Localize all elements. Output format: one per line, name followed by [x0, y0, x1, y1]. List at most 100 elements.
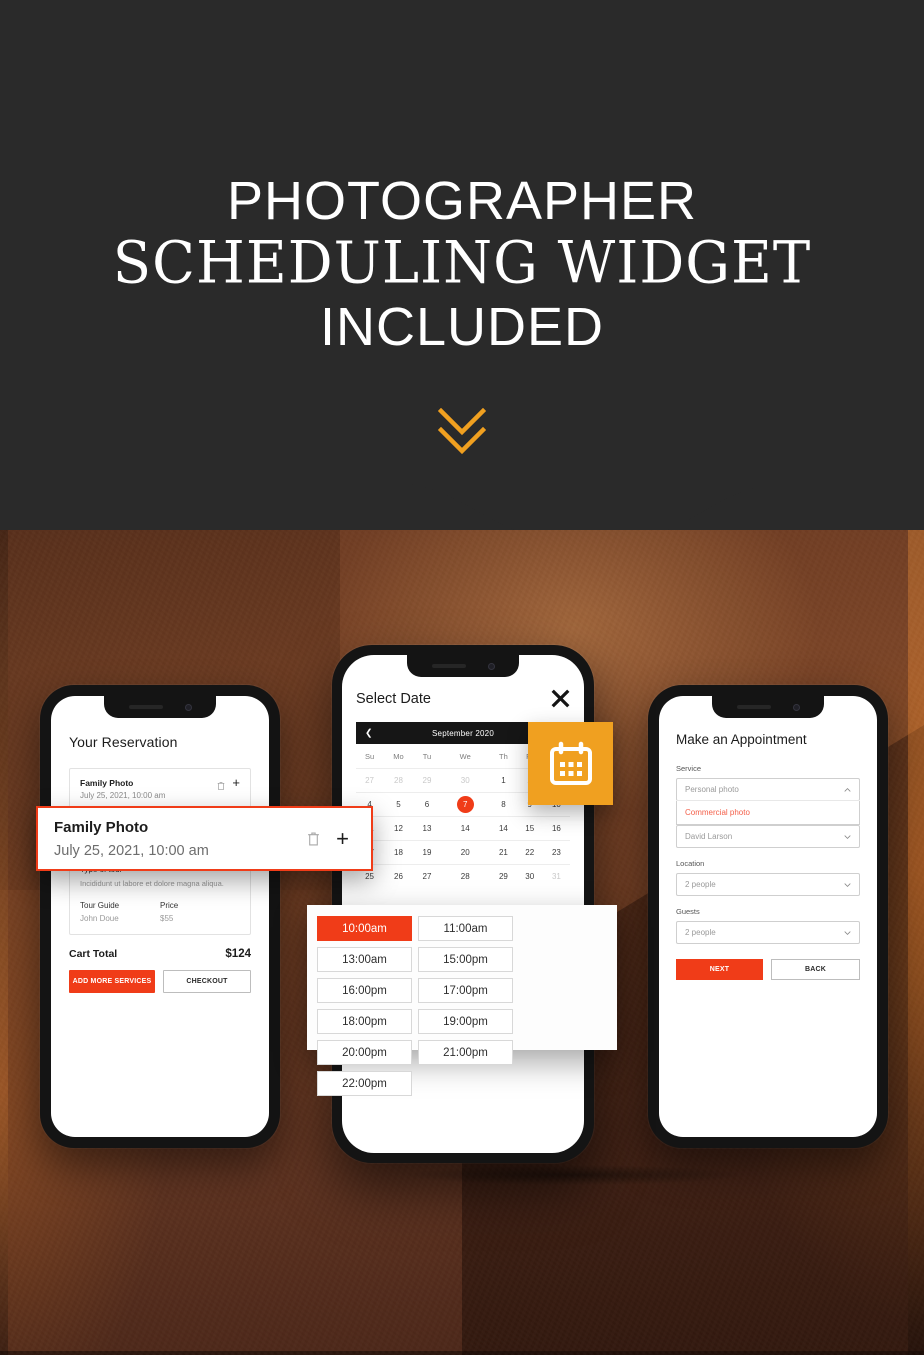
service-select[interactable]: Personal photo	[676, 778, 860, 801]
calendar-weekday-tu: Tu	[422, 752, 432, 761]
appointment-screen: Make an Appointment Service Personal pho…	[659, 696, 877, 1137]
checkout-button[interactable]: CHECKOUT	[163, 970, 251, 993]
phone-notch-left	[104, 696, 216, 718]
hero-title-line-3: INCLUDED	[319, 297, 605, 357]
calendar-day-cell[interactable]: 20	[440, 840, 491, 865]
chevron-left-icon[interactable]: ❮	[365, 728, 373, 738]
guests-select[interactable]: 2 people	[676, 921, 860, 944]
guide-price-row: Tour Guide John Doue Price $55	[80, 901, 240, 923]
price-label: Price	[160, 901, 179, 910]
location-value: 2 people	[685, 880, 716, 889]
calendar-day-cell[interactable]: 8	[490, 792, 517, 817]
calendar-day-cell[interactable]: 16	[542, 816, 570, 841]
calendar-day-cell[interactable]: 13	[413, 816, 441, 841]
calendar-day-cell[interactable]: 21	[490, 840, 517, 865]
time-slot-panel: 10:00am 11:00am 13:00am 15:00pm 16:00pm 17:00…	[307, 905, 617, 1096]
page-title: Make an Appointment	[676, 732, 807, 747]
reservation-item-date: July 25, 2021, 10:00 am	[80, 791, 166, 800]
time-slot[interactable]: 18:00pm	[317, 1009, 412, 1034]
location-select[interactable]: 2 people	[676, 873, 860, 896]
chevron-down-icon	[844, 881, 851, 888]
calendar-day-cell[interactable]: 7	[440, 792, 491, 817]
reservation-item-name: Family Photo	[80, 778, 134, 788]
chevron-up-icon	[844, 786, 851, 793]
calendar-day-cell[interactable]: 14	[490, 816, 517, 841]
notch-camera	[184, 703, 192, 711]
double-chevron-down-icon-second	[438, 427, 486, 455]
chevron-down-icon	[844, 929, 851, 936]
calendar-day-cell[interactable]: 5	[383, 792, 414, 817]
time-slot[interactable]: 17:00pm	[418, 978, 513, 1003]
calendar-day-cell[interactable]: 1	[490, 768, 517, 793]
calendar-day-cell[interactable]: 6	[413, 792, 441, 817]
time-slot[interactable]: 15:00pm	[418, 947, 513, 972]
plus-icon[interactable]: +	[336, 827, 349, 849]
notch-speaker	[128, 705, 163, 709]
tour-guide-label: Tour Guide	[80, 901, 120, 910]
phone-mockup-appointment: Make an Appointment Service Personal pho…	[648, 685, 888, 1148]
trash-icon[interactable]	[307, 831, 320, 847]
calendar-day-cell[interactable]: 22	[516, 840, 543, 865]
time-slot[interactable]: 22:00pm	[317, 1071, 412, 1096]
calendar-day-cell[interactable]: 28	[383, 768, 414, 793]
plus-icon[interactable]: +	[232, 776, 240, 789]
time-slot[interactable]: 20:00pm	[317, 1040, 412, 1065]
calendar-day-cell[interactable]: 30	[440, 768, 491, 793]
calendar-day-cell[interactable]: 26	[383, 864, 414, 889]
calendar-weekday-th: Th	[499, 752, 508, 761]
floating-reservation-card[interactable]: Family Photo July 25, 2021, 10:00 am +	[36, 806, 373, 871]
calendar-day-cell[interactable]: 19	[413, 840, 441, 865]
calendar-week-row: 17181920212223	[356, 840, 570, 865]
scroll-down-indicator[interactable]	[0, 408, 924, 470]
time-slot[interactable]: 19:00pm	[418, 1009, 513, 1034]
calendar-icon	[547, 740, 595, 788]
hero-title-line-2: SCHEDULING WIDGET	[112, 229, 812, 298]
time-slot[interactable]: 16:00pm	[317, 978, 412, 1003]
calendar-day-cell[interactable]: 18	[383, 840, 414, 865]
time-slot[interactable]: 13:00am	[317, 947, 412, 972]
calendar-day-cell[interactable]: 27	[356, 768, 384, 793]
calendar-day-cell[interactable]: 30	[516, 864, 543, 889]
time-slot[interactable]: 10:00am	[317, 916, 412, 941]
back-button[interactable]: BACK	[771, 959, 860, 980]
trash-icon[interactable]	[217, 778, 225, 790]
phone-mockup-reservation: Your Reservation Family Photo July 25, 2…	[40, 685, 280, 1148]
calendar-day-cell[interactable]: 31	[542, 864, 570, 889]
tour-type-description: Incididunt ut labore et dolore magna ali…	[80, 879, 224, 888]
close-icon[interactable]	[551, 689, 570, 708]
cart-total-label: Cart Total	[69, 948, 118, 960]
calendar-day-cell[interactable]: 14	[440, 816, 491, 841]
reservation-screen: Your Reservation Family Photo July 25, 2…	[51, 696, 269, 1137]
time-slot[interactable]: 21:00pm	[418, 1040, 513, 1065]
hero-title-line-1: PHOTOGRAPHER	[226, 171, 698, 231]
notch-camera	[487, 662, 495, 670]
calendar-day-cell[interactable]: 12	[383, 816, 414, 841]
calendar-day-cell[interactable]: 28	[440, 864, 491, 889]
appointment-actions: NEXT BACK	[676, 959, 860, 980]
guests-value: 2 people	[685, 928, 716, 937]
calendar-weekday-we: We	[459, 752, 471, 761]
service-option-commercial-photo[interactable]: Commercial photo	[676, 801, 860, 825]
calendar-day-cell[interactable]: 29	[413, 768, 441, 793]
calendar-weekday-su: Su	[364, 752, 375, 761]
backdrop-right-edge-light	[908, 470, 924, 1355]
backdrop-left-edge-light	[0, 470, 8, 1355]
guide-value: David Larson	[685, 832, 733, 841]
cart-total-value: $124	[225, 948, 251, 960]
page-title: Your Reservation	[69, 734, 178, 750]
calendar-day-cell[interactable]: 29	[490, 864, 517, 889]
time-slot[interactable]: 11:00am	[418, 916, 513, 941]
add-more-services-button[interactable]: ADD MORE SERVICES	[69, 970, 155, 993]
guide-select[interactable]: David Larson	[676, 825, 860, 848]
calendar-day-cell[interactable]: 15	[516, 816, 543, 841]
notch-speaker	[431, 664, 466, 668]
next-button[interactable]: NEXT	[676, 959, 763, 980]
calendar-day-selected[interactable]: 7	[456, 796, 474, 813]
service-value: Personal photo	[685, 785, 739, 794]
calendar-day-cell[interactable]: 23	[542, 840, 570, 865]
backdrop-bottom-edge	[0, 1351, 924, 1355]
phone-notch-center	[407, 655, 519, 677]
page-title: Select Date	[356, 690, 431, 707]
calendar-day-cell[interactable]: 27	[413, 864, 441, 889]
chevron-down-icon	[844, 833, 851, 840]
